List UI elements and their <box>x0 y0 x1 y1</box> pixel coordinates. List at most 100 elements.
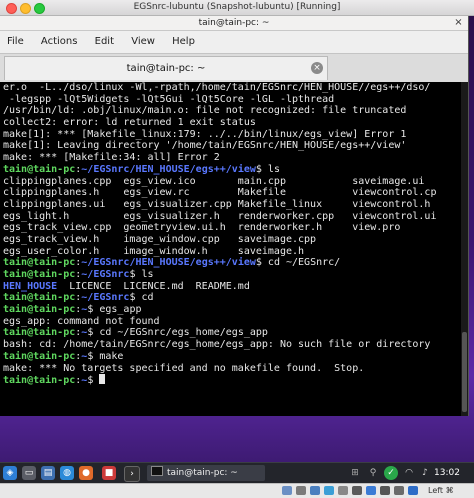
firefox-orange-icon[interactable]: ● <box>79 466 93 480</box>
menu-file[interactable]: File <box>0 31 31 53</box>
terminal-line: clippingplanes.ui egs_visualizer.cpp Mak… <box>3 199 461 211</box>
terminal-tab-title: tain@tain-pc: ~ <box>126 63 206 74</box>
terminal-tab[interactable]: tain@tain-pc: ~ × <box>4 56 328 80</box>
terminal-text: $ make <box>87 350 124 362</box>
terminal-text: $ cd <box>129 292 154 304</box>
audio-icon[interactable] <box>310 486 320 495</box>
terminal-text: egs_light.h egs_visualizer.h renderworke… <box>3 210 437 222</box>
mouse-integration-icon[interactable] <box>408 486 418 495</box>
terminal-text: $ <box>87 375 100 387</box>
terminal-text: bash: cd: /home/tain/EGSnrc/egs_home/egs… <box>3 339 431 351</box>
network-icon[interactable]: ⊞ <box>348 466 362 480</box>
volume-icon[interactable]: ♪ <box>418 466 432 480</box>
shared-folder-icon[interactable] <box>352 486 362 495</box>
terminal-text: collect2: error: ld returned 1 exit stat… <box>3 117 256 129</box>
terminal-task-icon <box>151 466 163 476</box>
app-icon[interactable]: ■ <box>102 466 116 480</box>
terminal-text: $ cd ~/EGSnrc/egs_home/egs_app <box>87 327 268 339</box>
menu-edit[interactable]: Edit <box>88 31 121 53</box>
cpu-icon[interactable] <box>394 486 404 495</box>
prompt-user-host: tain@tain-pc <box>3 375 76 387</box>
menu-actions[interactable]: Actions <box>34 31 85 53</box>
scrollbar-thumb[interactable] <box>462 332 467 412</box>
terminal-line: /usr/bin/ld: .obj/linux/main.o: file not… <box>3 105 461 117</box>
terminal-titlebar[interactable]: tain@tain-pc: ~ × <box>0 16 468 31</box>
hdd-icon[interactable] <box>282 486 292 495</box>
terminal-output[interactable]: er.o -L../dso/linux -Wl,-rpath,/home/tai… <box>0 82 461 416</box>
optical-drive-icon[interactable] <box>296 486 306 495</box>
terminal-line: make[1]: Leaving directory '/home/tain/E… <box>3 140 461 152</box>
terminal-line: egs_track_view.h image_window.cpp saveim… <box>3 234 461 246</box>
terminal-text: -legspp -lQt5Widgets -lQt5Gui -lQt5Core … <box>3 93 335 105</box>
menu-view[interactable]: View <box>124 31 162 53</box>
terminal-line: make: *** [Makefile:34: all] Error 2 <box>3 152 461 164</box>
terminal-text: clippingplanes.h egs_view.rc Makefile vi… <box>3 187 437 199</box>
terminal-line: tain@tain-pc:~/EGSnrc/HEN_HOUSE/egs++/vi… <box>3 164 461 176</box>
terminal-menubar: File Actions Edit View Help <box>0 31 468 53</box>
menu-help[interactable]: Help <box>165 31 202 53</box>
terminal-line: clippingplanes.h egs_view.rc Makefile vi… <box>3 187 461 199</box>
host-key-label: Left ⌘ <box>428 486 454 495</box>
wifi-icon[interactable]: ◠ <box>402 466 416 480</box>
updates-icon[interactable]: ✓ <box>384 466 398 480</box>
prompt-path: ~/EGSnrc <box>81 269 130 280</box>
firefox-icon[interactable]: ◍ <box>60 466 74 480</box>
taskbar-task-label: tain@tain-pc: ~ <box>167 468 238 478</box>
lubuntu-menu-icon[interactable]: ◈ <box>3 466 17 480</box>
terminal-line: tain@tain-pc:~$ <box>3 374 461 386</box>
prompt-user-host: tain@tain-pc <box>3 257 76 269</box>
terminal-line: HEN_HOUSE LICENCE LICENCE.md README.md <box>3 281 461 293</box>
terminal-line: clippingplanes.cpp egs_view.ico main.cpp… <box>3 176 461 188</box>
terminal-text: egs_app: command not found <box>3 315 160 327</box>
terminal-text: $ ls <box>255 163 280 175</box>
terminal-text: er.o -L../dso/linux -Wl,-rpath,/home/tai… <box>3 82 431 93</box>
terminal-tabbar: tain@tain-pc: ~ × <box>0 53 468 82</box>
terminal-line: tain@tain-pc:~/EGSnrc$ cd <box>3 292 461 304</box>
close-window-icon[interactable] <box>6 3 17 14</box>
terminal-text: make: *** No targets specified and no ma… <box>3 362 365 374</box>
terminal-line: bash: cd: /home/tain/EGSnrc/egs_home/egs… <box>3 339 461 351</box>
vm-titlebar: EGSnrc-lubuntu (Snapshot-lubuntu) [Runni… <box>0 0 474 16</box>
terminal-scrollbar[interactable] <box>461 82 468 416</box>
tab-close-icon[interactable]: × <box>311 62 323 74</box>
terminal-text: LICENCE LICENCE.md README.md <box>57 280 250 292</box>
vbox-statusbar: Left ⌘ <box>0 483 474 498</box>
terminal-text: make[1]: Leaving directory '/home/tain/E… <box>3 140 407 152</box>
prompt-path: HEN_HOUSE <box>3 280 58 292</box>
display-icon[interactable] <box>366 486 376 495</box>
prompt-user-host: tain@tain-pc <box>3 292 76 304</box>
taskbar-clock[interactable]: 13:02 <box>434 463 460 483</box>
terminal-text: $ cd ~/EGSnrc/ <box>255 257 341 269</box>
terminal-text: clippingplanes.ui egs_visualizer.cpp Mak… <box>3 198 431 210</box>
prompt-user-host: tain@tain-pc <box>3 327 76 339</box>
terminal-line: egs_track_view.cpp geometryview.ui.h ren… <box>3 222 461 234</box>
recording-icon[interactable] <box>380 486 390 495</box>
terminal-line: -legspp -lQt5Widgets -lQt5Gui -lQt5Core … <box>3 94 461 106</box>
terminal-line: egs_app: command not found <box>3 316 461 328</box>
terminal-line: tain@tain-pc:~$ egs_app <box>3 304 461 316</box>
terminal-text: egs_track_view.h image_window.cpp saveim… <box>3 233 317 245</box>
zoom-window-icon[interactable] <box>34 3 45 14</box>
terminal-text: egs_track_view.cpp geometryview.ui.h ren… <box>3 222 401 234</box>
file-manager-icon[interactable]: ▤ <box>41 466 55 480</box>
terminal-line: tain@tain-pc:~$ make <box>3 351 461 363</box>
prompt-user-host: tain@tain-pc <box>3 163 76 175</box>
usb-icon[interactable]: ⚲ <box>366 466 380 480</box>
terminal-window: tain@tain-pc: ~ × File Actions Edit View… <box>0 16 469 416</box>
prompt-path: ~/EGSnrc/HEN_HOUSE/egs++/view <box>81 163 256 175</box>
desktop-icon[interactable]: ▭ <box>22 466 36 480</box>
terminal-text: make[1]: *** [Makefile_linux:179: ../../… <box>3 128 407 140</box>
network-status-icon[interactable] <box>324 486 334 495</box>
terminal-close-icon[interactable]: × <box>452 17 465 29</box>
terminal-line: egs_user_color.h image_window.h saveimag… <box>3 246 461 258</box>
terminal-text: egs_user_color.h image_window.h saveimag… <box>3 245 305 257</box>
prompt-user-host: tain@tain-pc <box>3 304 76 316</box>
taskbar-task-terminal[interactable]: tain@tain-pc: ~ <box>147 465 265 481</box>
terminal-icon[interactable]: › <box>124 466 140 482</box>
prompt-path: ~/EGSnrc/HEN_HOUSE/egs++/view <box>81 257 256 269</box>
usb-status-icon[interactable] <box>338 486 348 495</box>
terminal-text: clippingplanes.cpp egs_view.ico main.cpp… <box>3 175 425 187</box>
terminal-text: /usr/bin/ld: .obj/linux/main.o: file not… <box>3 105 407 117</box>
terminal-text: make: *** [Makefile:34: all] Error 2 <box>3 152 220 164</box>
minimize-window-icon[interactable] <box>20 3 31 14</box>
